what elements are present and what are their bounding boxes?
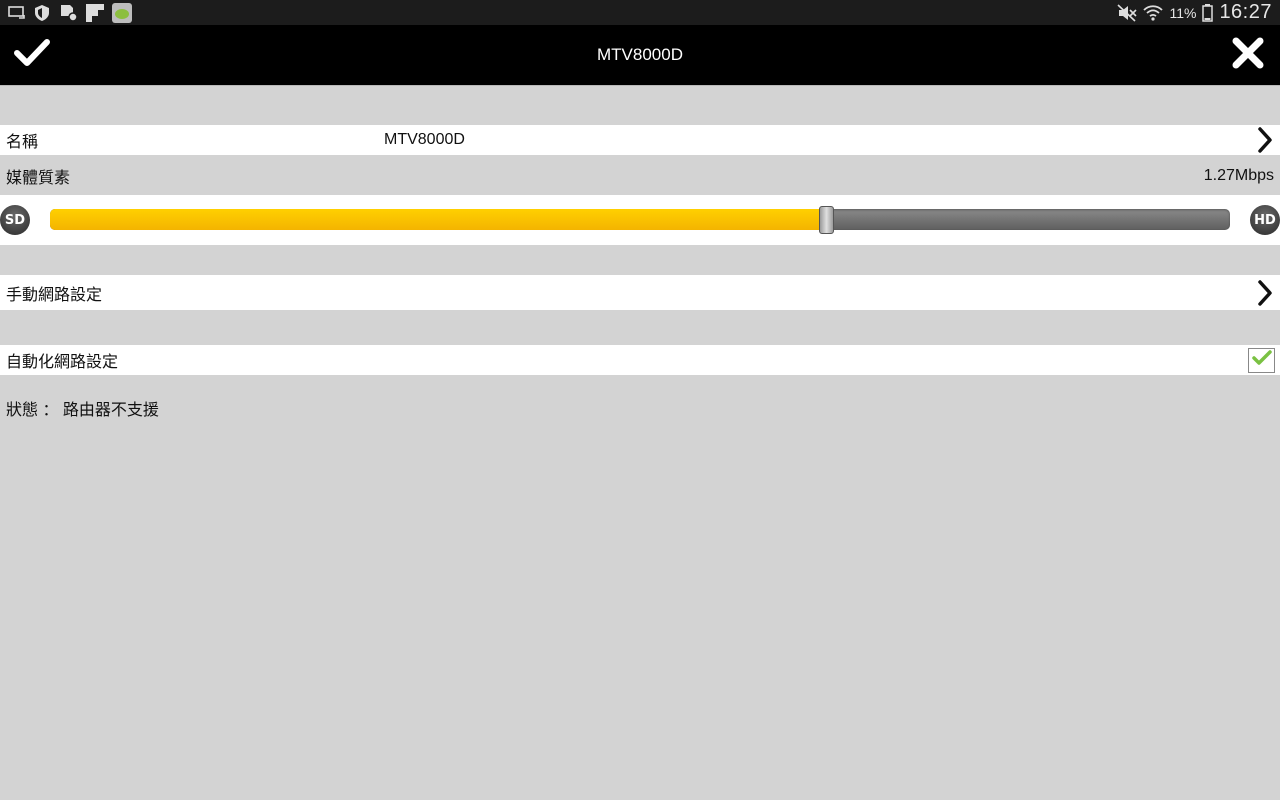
sd-label: SD [4, 212, 26, 228]
media-quality-label: 媒體質素 [6, 170, 71, 187]
hd-label: HD [1254, 212, 1276, 228]
quality-slider-thumb[interactable] [819, 206, 834, 234]
cast-icon [8, 5, 26, 20]
auto-network-checkbox[interactable] [1248, 348, 1275, 373]
battery-icon [1202, 3, 1214, 22]
hd-icon: HD [1250, 205, 1280, 235]
page-title: MTV8000D [597, 45, 683, 64]
action-bar: MTV8000D [0, 25, 1280, 85]
status-bar: 11% 16:27 [0, 0, 1280, 25]
mute-icon [1117, 3, 1138, 22]
manual-network-row[interactable]: 手動網路設定 [0, 275, 1280, 310]
status-text: 狀態 ： 路由器不支援 [6, 402, 159, 419]
quality-slider-track[interactable] [50, 209, 1230, 230]
quality-slider-fill [50, 209, 826, 230]
name-value: MTV8000D [384, 131, 465, 148]
divider [0, 85, 1280, 86]
checkmark-icon [1251, 349, 1272, 372]
clock: 16:27 [1219, 1, 1272, 23]
app-icon [112, 2, 132, 23]
chevron-right-icon[interactable] [1256, 275, 1274, 310]
chevron-right-icon[interactable] [1256, 125, 1274, 155]
battery-percent: 11% [1169, 4, 1197, 21]
flipboard-icon [86, 3, 104, 22]
notification-icons [8, 2, 132, 23]
system-icons: 11% 16:27 [1117, 0, 1272, 25]
media-quality-row: 媒體質素 1.27Mbps [0, 160, 1280, 192]
sd-icon: SD [0, 205, 30, 235]
name-row[interactable]: 名稱 MTV8000D [0, 125, 1280, 155]
manual-network-label: 手動網路設定 [6, 286, 103, 304]
auto-network-row[interactable]: 自動化網路設定 [0, 345, 1280, 375]
shield-icon [34, 4, 50, 22]
name-label: 名稱 [6, 134, 39, 151]
sd-card-settings-icon [58, 4, 78, 22]
wifi-icon [1143, 4, 1164, 22]
close-icon [1231, 36, 1265, 74]
bitrate-value: 1.27Mbps [1203, 167, 1274, 184]
auto-network-label: 自動化網路設定 [6, 354, 119, 371]
cancel-button[interactable] [1226, 33, 1270, 77]
